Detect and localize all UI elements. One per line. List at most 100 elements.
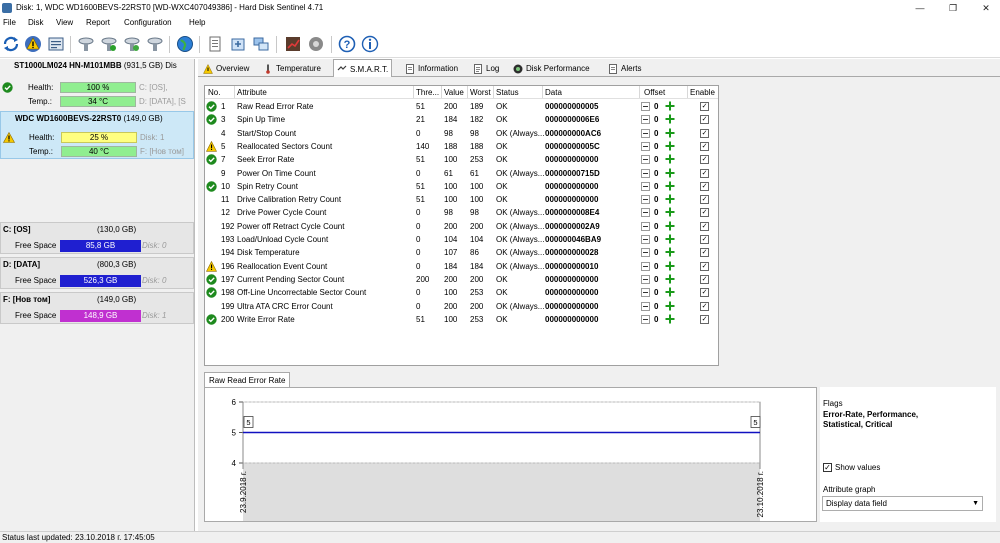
- col-header-no[interactable]: No.: [208, 88, 220, 97]
- enable-checkbox[interactable]: ✓: [700, 301, 709, 311]
- enable-checkbox[interactable]: ✓: [700, 235, 709, 244]
- enable-checkbox[interactable]: ✓: [700, 128, 709, 138]
- enable-checkbox[interactable]: ✓: [700, 221, 709, 231]
- enable-checkbox[interactable]: ✓: [700, 288, 709, 298]
- close-button[interactable]: ✕: [966, 0, 1000, 16]
- col-header-worst[interactable]: Worst: [470, 88, 491, 97]
- tab-temperature[interactable]: Temperature: [260, 60, 324, 77]
- offset-minus-button[interactable]: [641, 141, 650, 151]
- disk-tool-2-icon[interactable]: [99, 34, 119, 54]
- table-row[interactable]: 12 Drive Power Cycle Count 0 98 98 OK (Always…: [205, 206, 718, 219]
- menu-view[interactable]: View: [56, 18, 73, 27]
- report-icon[interactable]: [46, 34, 66, 54]
- offset-plus-button[interactable]: [665, 194, 675, 204]
- disk-tool-3-icon[interactable]: [122, 34, 142, 54]
- enable-checkbox[interactable]: ✓: [700, 141, 709, 151]
- alert-warning-icon[interactable]: [23, 34, 43, 54]
- table-row[interactable]: 200 Write Error Rate 51 100 253 OK 00000000000…: [205, 313, 718, 326]
- offset-plus-button[interactable]: [665, 314, 675, 324]
- col-header-offset[interactable]: Offset: [644, 88, 665, 97]
- col-header-enable[interactable]: Enable: [690, 88, 715, 97]
- offset-plus-button[interactable]: [665, 128, 675, 138]
- offset-plus-button[interactable]: [665, 287, 675, 297]
- offset-minus-button[interactable]: [641, 248, 650, 258]
- col-header-value[interactable]: Value: [444, 88, 464, 97]
- attribute-graph-select[interactable]: Display data field ▼: [822, 496, 983, 511]
- disk-tool-1-icon[interactable]: [76, 34, 96, 54]
- offset-minus-button[interactable]: [641, 221, 650, 231]
- col-header-status[interactable]: Status: [496, 88, 519, 97]
- offset-plus-button[interactable]: [665, 168, 675, 178]
- offset-plus-button[interactable]: [665, 301, 675, 311]
- enable-checkbox[interactable]: ✓: [700, 248, 709, 258]
- info-icon[interactable]: [360, 34, 380, 54]
- table-row[interactable]: 1 Raw Read Error Rate 51 200 189 OK 0000000000…: [205, 100, 718, 113]
- offset-minus-button[interactable]: [641, 301, 650, 311]
- offset-plus-button[interactable]: [665, 207, 675, 217]
- offset-minus-button[interactable]: [641, 235, 650, 244]
- enable-checkbox[interactable]: ✓: [700, 195, 709, 205]
- disk-settings-icon[interactable]: [306, 34, 326, 54]
- offset-minus-button[interactable]: [641, 288, 650, 298]
- graph-tab[interactable]: Raw Read Error Rate: [204, 372, 291, 388]
- show-values-checkbox[interactable]: ✓: [823, 463, 832, 472]
- offset-minus-button[interactable]: [641, 181, 650, 191]
- table-row[interactable]: 193 Load/Unload Cycle Count 0 104 104 OK (Alw…: [205, 233, 718, 246]
- offset-plus-button[interactable]: [665, 261, 675, 271]
- table-row[interactable]: 5 Reallocated Sectors Count 140 188 188 OK 000…: [205, 140, 718, 153]
- table-row[interactable]: 198 Off-Line Uncorrectable Sector Count 0 1…: [205, 286, 718, 299]
- smart-attributes-table[interactable]: No. Attribute Thre... Value Worst Status…: [204, 85, 719, 366]
- offset-plus-button[interactable]: [665, 114, 675, 124]
- enable-checkbox[interactable]: ✓: [700, 102, 709, 111]
- offset-minus-button[interactable]: [641, 195, 650, 205]
- volume-card[interactable]: D: [DATA] (800,3 GB) Free Space 526,3 GB…: [0, 257, 194, 289]
- col-header-threshold[interactable]: Thre...: [416, 88, 439, 97]
- offset-plus-button[interactable]: [665, 101, 675, 111]
- disk-tool-4-icon[interactable]: [145, 34, 165, 54]
- test-icon[interactable]: [283, 34, 303, 54]
- tab-alerts[interactable]: Alerts: [605, 60, 644, 77]
- offset-minus-button[interactable]: [641, 155, 650, 165]
- document-icon[interactable]: [205, 34, 225, 54]
- enable-checkbox[interactable]: ✓: [700, 168, 709, 178]
- table-row[interactable]: 199 Ultra ATA CRC Error Count 0 200 200 OK (A…: [205, 300, 718, 313]
- export-icon[interactable]: [228, 34, 248, 54]
- offset-minus-button[interactable]: [641, 102, 650, 111]
- offset-minus-button[interactable]: [641, 128, 650, 138]
- table-row[interactable]: 4 Start/Stop Count 0 98 98 OK (Always... 00000…: [205, 127, 718, 140]
- enable-checkbox[interactable]: ✓: [700, 314, 709, 324]
- offset-plus-button[interactable]: [665, 181, 675, 191]
- enable-checkbox[interactable]: ✓: [700, 261, 709, 271]
- col-header-attribute[interactable]: Attribute: [237, 88, 267, 97]
- volume-card[interactable]: C: [OS] (130,0 GB) Free Space 85,8 GB Di…: [0, 222, 194, 254]
- offset-minus-button[interactable]: [641, 115, 650, 125]
- enable-checkbox[interactable]: ✓: [700, 155, 709, 165]
- table-row[interactable]: 192 Power off Retract Cycle Count 0 200 200 O…: [205, 220, 718, 233]
- offset-minus-button[interactable]: [641, 314, 650, 324]
- disk-card-selected[interactable]: WDC WD1600BEVS-22RST0 (149,0 GB) Health:…: [0, 111, 194, 159]
- globe-icon[interactable]: [175, 34, 195, 54]
- offset-minus-button[interactable]: [641, 261, 650, 271]
- offset-minus-button[interactable]: [641, 168, 650, 178]
- table-row[interactable]: 3 Spin Up Time 21 184 182 OK 0000000006E6 0 ✓: [205, 113, 718, 126]
- offset-minus-button[interactable]: [641, 208, 650, 218]
- offset-plus-button[interactable]: [665, 274, 675, 284]
- table-row[interactable]: 11 Drive Calibration Retry Count 51 100 100 O…: [205, 193, 718, 206]
- table-row[interactable]: 9 Power On Time Count 0 61 61 OK (Always... 00…: [205, 167, 718, 180]
- table-row[interactable]: 194 Disk Temperature 0 107 86 OK (Always... 00…: [205, 246, 718, 259]
- offset-minus-button[interactable]: [641, 274, 650, 284]
- menu-file[interactable]: File: [3, 18, 16, 27]
- disk-card[interactable]: ST1000LM024 HN-M101MBB (931,5 GB) Dis He…: [0, 59, 194, 111]
- offset-plus-button[interactable]: [665, 234, 675, 244]
- tab-information[interactable]: Information: [402, 60, 461, 77]
- table-row[interactable]: 7 Seek Error Rate 51 100 253 OK 000000000000 0 ✓: [205, 153, 718, 166]
- offset-plus-button[interactable]: [665, 141, 675, 151]
- offset-plus-button[interactable]: [665, 154, 675, 164]
- enable-checkbox[interactable]: ✓: [700, 208, 709, 218]
- help-icon[interactable]: ?: [337, 34, 357, 54]
- offset-plus-button[interactable]: [665, 221, 675, 231]
- volume-card[interactable]: F: [Нов том] (149,0 GB) Free Space 148,9…: [0, 292, 194, 324]
- menu-disk[interactable]: Disk: [28, 18, 44, 27]
- table-row[interactable]: 197 Current Pending Sector Count 200 200 200…: [205, 273, 718, 286]
- menu-help[interactable]: Help: [189, 18, 205, 27]
